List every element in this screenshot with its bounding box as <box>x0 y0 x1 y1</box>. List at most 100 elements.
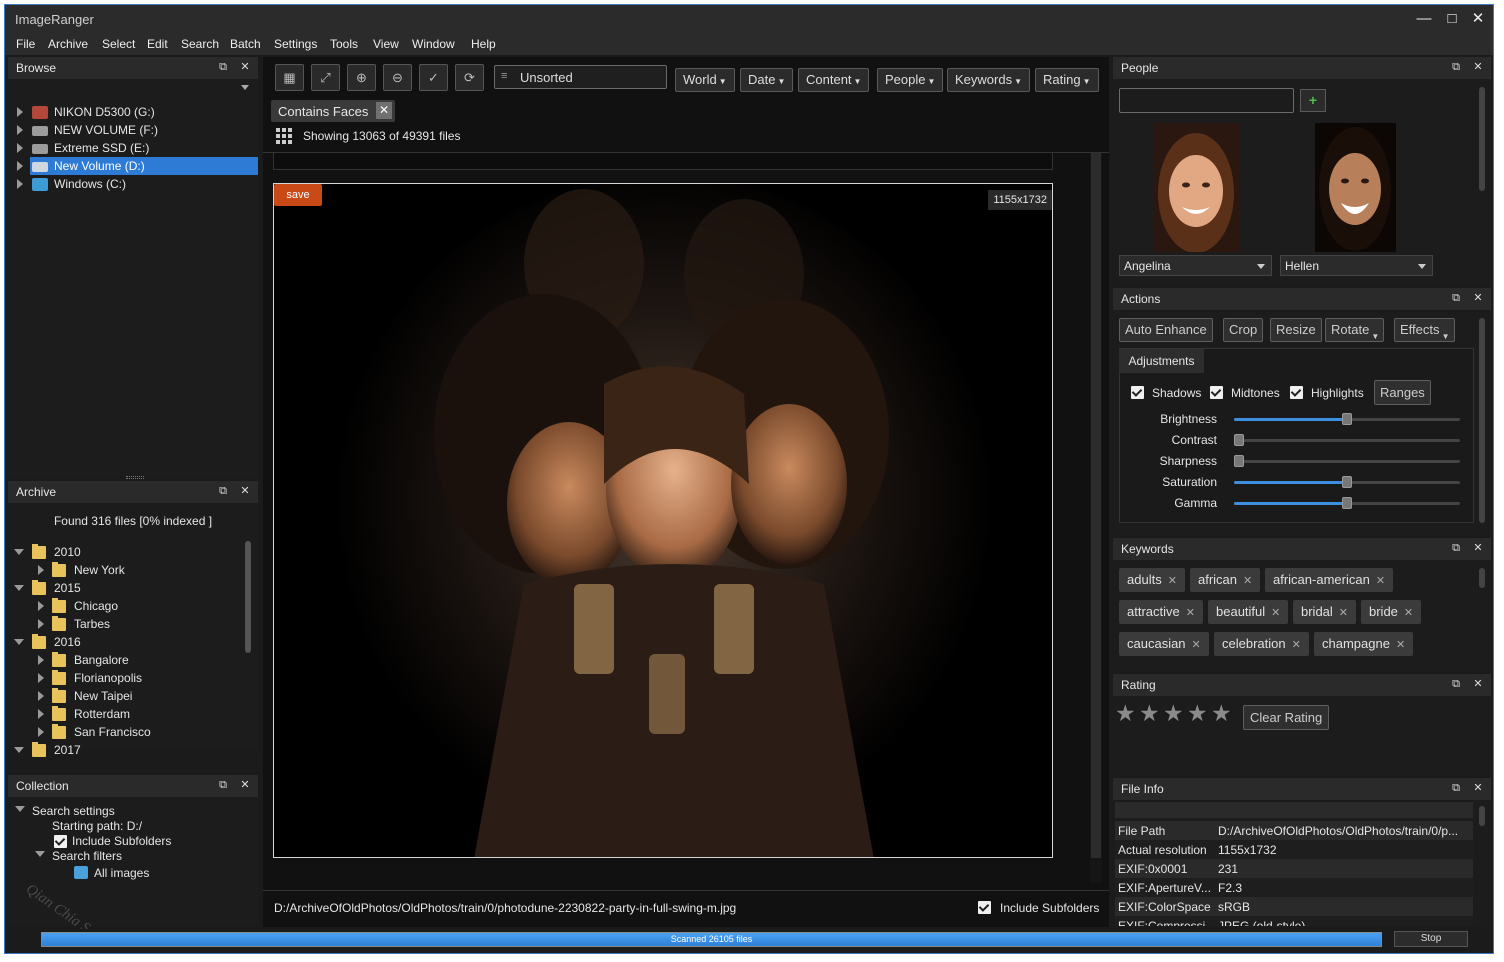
scrollbar[interactable] <box>1479 806 1485 826</box>
expand-icon[interactable] <box>17 107 23 117</box>
slider-track[interactable] <box>1234 434 1460 446</box>
float-icon[interactable]: ⧉ <box>1449 677 1463 691</box>
dropdown-arrow-icon[interactable] <box>241 85 249 90</box>
keyword-tag[interactable]: african-american ✕ <box>1265 568 1394 592</box>
menu-search[interactable]: Search <box>181 37 219 51</box>
remove-keyword-icon[interactable]: ✕ <box>1168 575 1177 587</box>
expand-icon[interactable] <box>38 601 44 611</box>
collapse-icon[interactable] <box>35 851 45 857</box>
close-window-icon[interactable]: ✕ <box>1467 9 1489 29</box>
rotate-button[interactable]: Rotate ▼ <box>1325 318 1385 342</box>
slider-thumb[interactable] <box>1234 434 1244 446</box>
remove-keyword-icon[interactable]: ✕ <box>1339 607 1348 619</box>
expand-icon[interactable] <box>38 691 44 701</box>
float-icon[interactable]: ⧉ <box>216 60 230 74</box>
expand-icon[interactable] <box>17 143 23 153</box>
expand-icon[interactable] <box>17 125 23 135</box>
float-icon[interactable]: ⧉ <box>1449 781 1463 795</box>
scrollbar[interactable] <box>1479 568 1485 588</box>
image-viewer[interactable]: save 1155x1732 <box>273 183 1053 858</box>
remove-keyword-icon[interactable]: ✕ <box>1186 607 1195 619</box>
keyword-tag[interactable]: bride ✕ <box>1361 600 1422 624</box>
archive-city-item[interactable]: Chicago <box>8 597 240 615</box>
fit-screen-button[interactable]: ⤢ <box>311 64 340 91</box>
float-icon[interactable]: ⧉ <box>216 484 230 498</box>
slider-thumb[interactable] <box>1342 497 1352 509</box>
auto-enhance-button[interactable]: Auto Enhance <box>1119 318 1213 342</box>
zoom-in-button[interactable]: ⊕ <box>347 64 376 91</box>
close-icon[interactable]: ✕ <box>238 778 252 792</box>
scrollbar[interactable] <box>245 541 251 653</box>
star-icon[interactable]: ★ <box>1139 701 1160 725</box>
drive-row[interactable]: NIKON D5300 (G:) <box>8 103 258 121</box>
ranges-button[interactable]: Ranges <box>1374 380 1431 405</box>
person-thumbnail[interactable] <box>1154 123 1239 252</box>
scrollbar[interactable] <box>1479 318 1485 523</box>
drive-row-selected[interactable]: New Volume (D:) <box>17 157 258 175</box>
float-icon[interactable]: ⧉ <box>1449 60 1463 74</box>
star-icon[interactable]: ★ <box>1187 701 1208 725</box>
minimize-icon[interactable]: — <box>1413 9 1435 29</box>
collapse-icon[interactable] <box>14 639 24 645</box>
archive-year-item[interactable]: 2016 <box>8 633 240 651</box>
menu-settings[interactable]: Settings <box>274 37 317 51</box>
viewer-scrollbar[interactable] <box>1090 153 1102 883</box>
close-icon[interactable]: ✕ <box>238 60 252 74</box>
slider-track[interactable] <box>1234 413 1460 425</box>
archive-city-item[interactable]: Florianopolis <box>8 669 240 687</box>
expand-icon[interactable] <box>38 619 44 629</box>
archive-city-item[interactable]: New York <box>8 561 240 579</box>
remove-keyword-icon[interactable]: ✕ <box>1192 639 1201 651</box>
expand-icon[interactable] <box>17 179 23 189</box>
menu-archive[interactable]: Archive <box>48 37 88 51</box>
archive-city-item[interactable]: Bangalore <box>8 651 240 669</box>
float-icon[interactable]: ⧉ <box>1449 291 1463 305</box>
zoom-out-button[interactable]: ⊖ <box>383 64 412 91</box>
filter-content-button[interactable]: Content ▼ <box>798 68 870 92</box>
tab-adjustments[interactable]: Adjustments <box>1119 349 1204 373</box>
menu-batch[interactable]: Batch <box>230 37 261 51</box>
slider-track[interactable] <box>1234 455 1460 467</box>
add-person-button[interactable]: + <box>1300 89 1326 112</box>
refresh-button[interactable]: ⟳ <box>455 64 484 91</box>
effects-button[interactable]: Effects ▼ <box>1394 318 1455 342</box>
expand-icon[interactable] <box>38 727 44 737</box>
float-icon[interactable]: ⧉ <box>1449 541 1463 555</box>
menu-file[interactable]: File <box>16 37 35 51</box>
slider-thumb[interactable] <box>1342 413 1352 425</box>
menu-view[interactable]: View <box>373 37 399 51</box>
expand-icon[interactable] <box>38 565 44 575</box>
expand-icon[interactable] <box>38 673 44 683</box>
keyword-tag[interactable]: celebration ✕ <box>1214 632 1309 656</box>
person-name-dropdown[interactable]: Hellen <box>1280 255 1433 276</box>
person-name-dropdown[interactable]: Angelina <box>1119 255 1272 276</box>
shadows-checkbox[interactable] <box>1131 386 1144 399</box>
archive-year-item[interactable]: 2015 <box>8 579 240 597</box>
sort-dropdown[interactable]: ≡ Unsorted <box>494 65 667 89</box>
menu-window[interactable]: Window <box>412 37 455 51</box>
grid-view-button[interactable]: ▦ <box>275 64 304 91</box>
keyword-tag[interactable]: champagne ✕ <box>1314 632 1414 656</box>
slider-thumb[interactable] <box>1234 455 1244 467</box>
highlights-checkbox[interactable] <box>1290 386 1303 399</box>
float-icon[interactable]: ⧉ <box>216 778 230 792</box>
keyword-tag[interactable]: adults ✕ <box>1119 568 1185 592</box>
archive-city-item[interactable]: San Francisco <box>8 723 240 741</box>
save-button[interactable]: save <box>274 184 322 206</box>
midtones-checkbox[interactable] <box>1210 386 1223 399</box>
resize-button[interactable]: Resize <box>1270 318 1322 342</box>
keyword-tag[interactable]: african ✕ <box>1190 568 1261 592</box>
filter-world-button[interactable]: World ▼ <box>675 68 735 92</box>
include-subfolders-checkbox[interactable] <box>978 901 991 914</box>
remove-keyword-icon[interactable]: ✕ <box>1243 575 1252 587</box>
expand-icon[interactable] <box>38 655 44 665</box>
menu-tools[interactable]: Tools <box>330 37 358 51</box>
close-icon[interactable]: ✕ <box>1471 291 1485 305</box>
archive-city-item[interactable]: Tarbes <box>8 615 240 633</box>
menu-help[interactable]: Help <box>471 37 496 51</box>
star-icon[interactable]: ★ <box>1163 701 1184 725</box>
close-icon[interactable]: ✕ <box>1471 541 1485 555</box>
remove-filter-icon[interactable]: ✕ <box>376 102 392 119</box>
close-icon[interactable]: ✕ <box>1471 781 1485 795</box>
close-icon[interactable]: ✕ <box>1471 677 1485 691</box>
